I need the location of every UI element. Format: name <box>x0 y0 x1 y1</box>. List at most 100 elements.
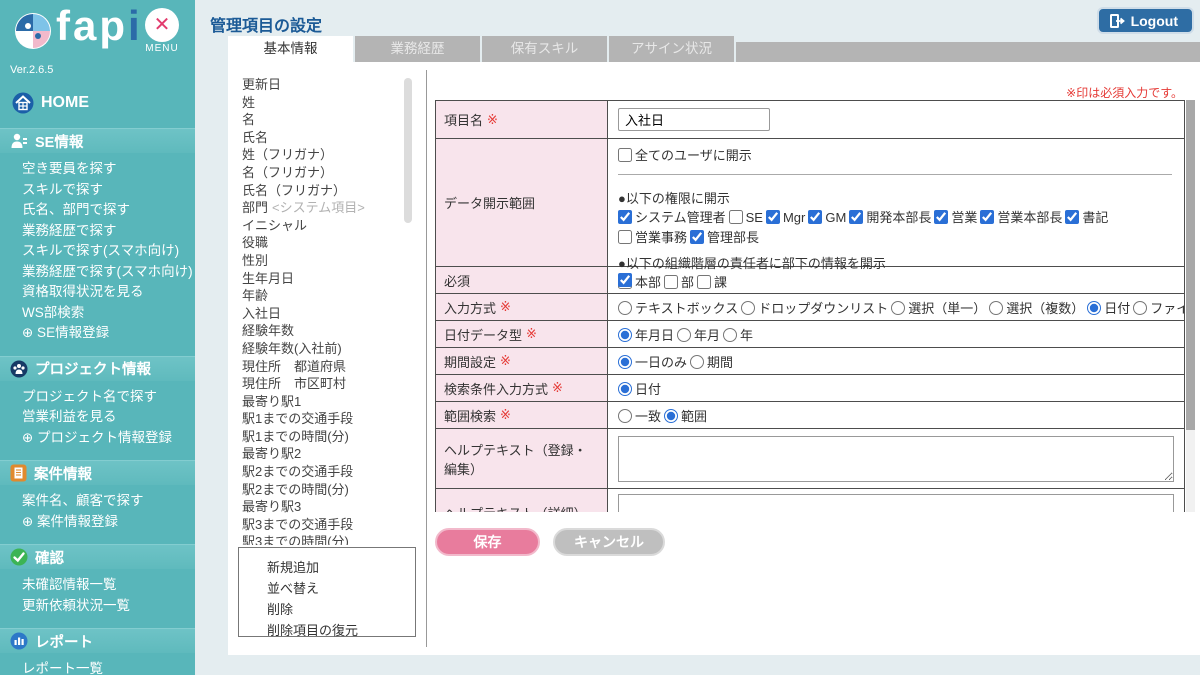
tab-work-history[interactable]: 業務経歴 <box>355 36 480 62</box>
input-method-radio[interactable] <box>989 300 1004 315</box>
field-list-item[interactable]: 駅3までの交通手段 <box>242 516 404 534</box>
field-list-item[interactable]: 駅1までの交通手段 <box>242 410 404 428</box>
date-type-radio-label[interactable]: 年 <box>723 325 753 344</box>
sidebar-item[interactable]: 空き要員を探す <box>22 159 195 180</box>
sidebar-item[interactable]: 案件名、顧客で探す <box>22 491 195 512</box>
date-type-radio[interactable] <box>618 327 632 342</box>
range-search-radio[interactable] <box>618 408 632 423</box>
field-list-item[interactable]: 名（フリガナ） <box>242 164 404 182</box>
form-scrollbar[interactable] <box>1186 100 1195 512</box>
field-action-item[interactable]: 新規追加 <box>267 557 415 578</box>
sidebar-item[interactable]: 氏名、部門で探す <box>22 200 195 221</box>
sidebar-item[interactable]: スキルで探す(スマホ向け) <box>22 241 195 262</box>
input-method-radio-label[interactable]: ドロップダウンリスト <box>741 298 888 317</box>
sidebar-item[interactable]: 資格取得状況を見る <box>22 282 195 303</box>
sidebar-item[interactable]: 業務経歴で探す(スマホ向け) <box>22 262 195 283</box>
logout-button[interactable]: Logout <box>1096 7 1194 34</box>
save-button[interactable]: 保存 <box>435 528 540 556</box>
permission-checkbox[interactable] <box>808 210 823 224</box>
field-list-item[interactable]: 駅2までの時間(分) <box>242 481 404 499</box>
field-list-item[interactable]: 経験年数(入社前) <box>242 340 404 358</box>
sidebar-section-project[interactable]: プロジェクト情報 <box>0 355 195 381</box>
period-radio[interactable] <box>618 354 632 369</box>
sidebar-item[interactable]: 営業利益を見る <box>22 407 195 428</box>
field-list-item[interactable]: 最寄り駅3 <box>242 498 404 516</box>
permission-checkbox-label[interactable]: SE <box>728 210 763 225</box>
field-list-item[interactable]: 現住所 市区町村 <box>242 375 404 393</box>
field-list-item[interactable]: 役職 <box>242 234 404 252</box>
sidebar-section-se[interactable]: SE情報 <box>0 128 195 153</box>
field-list-item[interactable]: 駅1までの時間(分) <box>242 428 404 446</box>
permission-checkbox[interactable] <box>765 210 780 224</box>
date-type-radio-label[interactable]: 年月日 <box>618 325 674 344</box>
permission-checkbox-label[interactable]: 営業 <box>934 210 977 225</box>
input-method-radio[interactable] <box>618 300 632 315</box>
range-search-radio-label[interactable]: 一致 <box>618 406 661 425</box>
range-search-radio[interactable] <box>664 408 679 423</box>
field-list-scrollbar[interactable] <box>404 78 412 538</box>
sidebar-item[interactable]: WS部検索 <box>22 303 195 324</box>
permission-checkbox-label[interactable]: 管理部長 <box>690 230 759 245</box>
field-list-item[interactable]: 名 <box>242 111 404 129</box>
field-action-item[interactable]: 削除項目の復元 <box>267 620 415 641</box>
permission-checkbox[interactable] <box>728 210 743 224</box>
range-search-radio-label[interactable]: 範囲 <box>664 406 707 425</box>
input-method-radio-label[interactable]: 日付 <box>1087 298 1130 317</box>
input-method-radio[interactable] <box>1087 300 1102 315</box>
search-input-radio-label[interactable]: 日付 <box>618 379 661 398</box>
input-method-radio-label[interactable]: ファイル <box>1133 298 1184 317</box>
field-list-item[interactable]: 姓 <box>242 94 404 112</box>
permission-checkbox-label[interactable]: GM <box>808 210 846 225</box>
scrollbar-thumb[interactable] <box>1186 100 1195 430</box>
permission-checkbox[interactable] <box>1065 210 1080 224</box>
field-list-item[interactable]: 駅3までの時間(分) <box>242 533 404 545</box>
input-method-radio[interactable] <box>741 300 756 315</box>
tab-assign-status[interactable]: アサイン状況 <box>609 36 734 62</box>
field-list-item[interactable]: 現住所 都道府県 <box>242 358 404 376</box>
date-type-radio[interactable] <box>677 327 692 342</box>
sidebar-item[interactable]: レポート一覧 <box>22 659 195 675</box>
permission-checkbox-label[interactable]: 開発本部長 <box>849 210 931 225</box>
date-type-radio[interactable] <box>723 327 738 342</box>
sidebar-item[interactable]: プロジェクト名で探す <box>22 387 195 408</box>
sidebar-item[interactable]: 未確認情報一覧 <box>22 575 195 596</box>
permission-checkbox[interactable] <box>618 210 632 224</box>
tab-basic-info[interactable]: 基本情報 <box>228 36 353 62</box>
tab-skills[interactable]: 保有スキル <box>482 36 607 62</box>
permission-checkbox-label[interactable]: 営業本部長 <box>980 210 1062 225</box>
field-list-item[interactable]: 性別 <box>242 252 404 270</box>
field-list-item[interactable]: 更新日 <box>242 76 404 94</box>
field-list-item[interactable]: 経験年数 <box>242 322 404 340</box>
sidebar-item[interactable]: 業務経歴で探す <box>22 221 195 242</box>
permission-checkbox[interactable] <box>934 210 949 224</box>
sidebar-item[interactable]: ⊕ SE情報登録 <box>22 323 195 344</box>
permission-checkbox-label[interactable]: システム管理者 <box>618 210 726 225</box>
sidebar-item-home[interactable]: HOME <box>12 92 195 114</box>
sidebar-section-case[interactable]: 案件情報 <box>0 460 195 485</box>
period-radio[interactable] <box>690 354 705 369</box>
field-list-item[interactable]: 部門 <システム項目> <box>242 199 404 217</box>
field-list-item[interactable]: 入社日 <box>242 305 404 323</box>
sidebar-item[interactable]: 更新依頼状況一覧 <box>22 596 195 617</box>
sidebar-section-confirm[interactable]: 確認 <box>0 544 195 569</box>
permission-checkbox[interactable] <box>980 210 995 224</box>
field-list-item[interactable]: 氏名（フリガナ） <box>242 182 404 200</box>
permission-checkbox[interactable] <box>690 230 705 244</box>
permission-checkbox[interactable] <box>618 230 632 244</box>
all-users-checkbox-label[interactable]: 全てのユーザに開示 <box>618 148 752 163</box>
help-detail-textarea[interactable] <box>618 493 1174 512</box>
field-list-item[interactable]: 姓（フリガナ） <box>242 146 404 164</box>
date-type-radio-label[interactable]: 年月 <box>677 325 720 344</box>
period-radio-label[interactable]: 一日のみ <box>618 352 687 371</box>
field-list-item[interactable]: 最寄り駅1 <box>242 393 404 411</box>
permission-checkbox-label[interactable]: 営業事務 <box>618 230 687 245</box>
field-list-item[interactable]: 最寄り駅2 <box>242 445 404 463</box>
search-input-radio[interactable] <box>618 381 632 396</box>
sidebar-section-report[interactable]: レポート <box>0 628 195 653</box>
required-checkbox[interactable] <box>618 273 632 287</box>
field-list-item[interactable]: 駅2までの交通手段 <box>242 463 404 481</box>
field-list-item[interactable]: イニシャル <box>242 217 404 235</box>
help-edit-textarea[interactable] <box>618 435 1174 482</box>
close-icon[interactable]: ✕ <box>145 8 179 42</box>
permission-checkbox-label[interactable]: 書記 <box>1065 210 1108 225</box>
